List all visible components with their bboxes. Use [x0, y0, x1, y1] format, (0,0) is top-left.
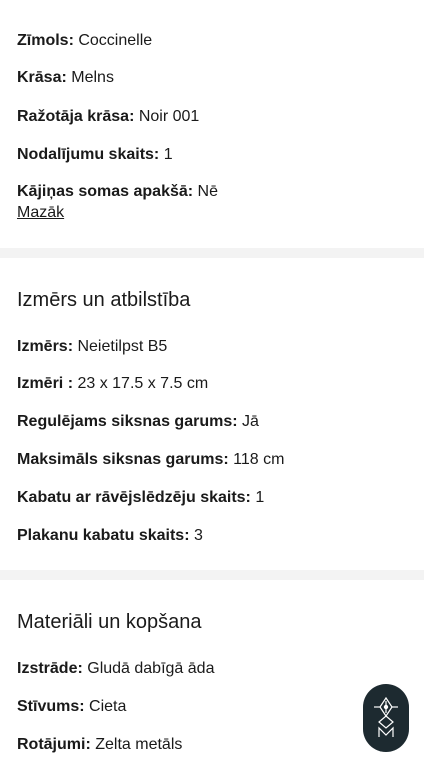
detail-value: 1: [159, 146, 173, 163]
detail-row-size: Izmērs: Neietilpst B5: [17, 337, 167, 357]
detail-row-hardware: Rotājumi: Zelta metāls: [17, 735, 182, 755]
details-section: Zīmols: Coccinelle Krāsa: Melns Ražotāja…: [0, 0, 424, 248]
detail-value: Noir 001: [134, 108, 200, 125]
detail-value: 118 cm: [228, 451, 285, 468]
detail-value: Zelta metāls: [90, 736, 183, 753]
detail-value: 1: [250, 489, 265, 506]
assistant-logo-icon: [374, 696, 398, 737]
detail-row-color: Krāsa: Melns: [17, 68, 114, 88]
detail-row-stiffness: Stīvums: Cieta: [17, 697, 126, 717]
detail-key: Stīvums:: [17, 698, 85, 715]
detail-row-compartments: Nodalījumu skaits: 1: [17, 145, 173, 165]
detail-key: Izmērs:: [17, 338, 74, 355]
detail-row-manufacturer-color: Ražotāja krāsa: Noir 001: [17, 107, 199, 127]
detail-row-max-strap: Maksimāls siksnas garums: 118 cm: [17, 450, 284, 470]
show-less-link[interactable]: Mazāk: [17, 203, 64, 223]
detail-key: Kabatu ar rāvējslēdzēju skaits:: [17, 489, 251, 506]
detail-row-adjustable-strap: Regulējams siksnas garums: Jā: [17, 412, 259, 432]
detail-key: Kājiņas somas apakšā:: [17, 183, 194, 200]
section-title: Izmērs un atbilstība: [17, 289, 191, 311]
detail-value: 23 x 17.5 x 7.5 cm: [73, 375, 209, 392]
detail-value: Neietilpst B5: [73, 338, 168, 355]
section-divider: [0, 248, 424, 258]
detail-row-feet: Kājiņas somas apakšā: Nē: [17, 182, 218, 202]
detail-key: Rotājumi:: [17, 736, 91, 753]
detail-row-material: Izstrāde: Gludā dabīgā āda: [17, 659, 214, 679]
section-title: Materiāli un kopšana: [17, 611, 202, 633]
detail-key: Regulējams siksnas garums:: [17, 413, 238, 430]
detail-key: Izmēri :: [17, 375, 74, 392]
detail-row-brand: Zīmols: Coccinelle: [17, 31, 152, 51]
detail-row-zip-pockets: Kabatu ar rāvējslēdzēju skaits: 1: [17, 488, 264, 508]
detail-key: Zīmols:: [17, 32, 74, 49]
detail-value: Cieta: [84, 698, 127, 715]
detail-key: Izstrāde:: [17, 660, 83, 677]
detail-row-dimensions: Izmēri : 23 x 17.5 x 7.5 cm: [17, 374, 208, 394]
size-fit-section: Izmērs un atbilstība Izmērs: Neietilpst …: [0, 258, 424, 570]
detail-key: Maksimāls siksnas garums:: [17, 451, 229, 468]
detail-row-flat-pockets: Plakanu kabatu skaits: 3: [17, 526, 203, 546]
detail-key: Ražotāja krāsa:: [17, 108, 135, 125]
section-divider: [0, 570, 424, 580]
detail-value: 3: [189, 527, 203, 544]
assistant-button[interactable]: [363, 684, 409, 752]
detail-value: Coccinelle: [73, 32, 153, 49]
detail-value: Nē: [193, 183, 218, 200]
detail-key: Nodalījumu skaits:: [17, 146, 160, 163]
detail-key: Plakanu kabatu skaits:: [17, 527, 190, 544]
detail-value: Gludā dabīgā āda: [82, 660, 215, 677]
detail-value: Melns: [66, 69, 114, 86]
materials-care-section: Materiāli un kopšana Izstrāde: Gludā dab…: [0, 580, 424, 768]
detail-value: Jā: [237, 413, 259, 430]
detail-key: Krāsa:: [17, 69, 67, 86]
